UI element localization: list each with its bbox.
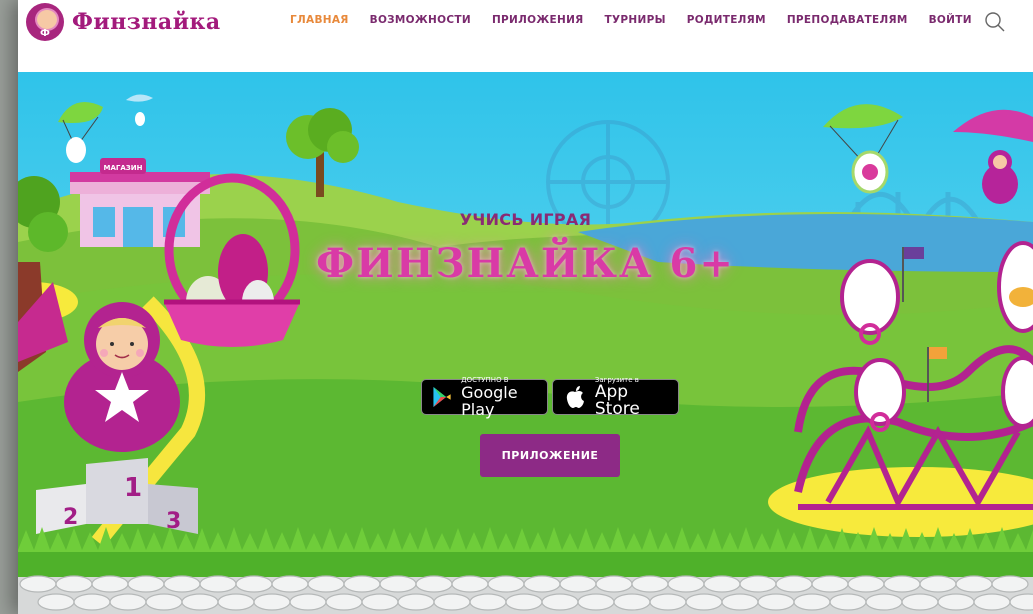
nav-item-parents[interactable]: РОДИТЕЛЯМ [687,14,766,26]
site-logo[interactable]: Ф Финзнайка [26,2,221,42]
podium-number-1: 1 [124,473,142,503]
hero-title: ФИНЗНАЙКА 6+ [316,240,735,287]
search-icon[interactable] [984,11,1006,33]
nav-item-features[interactable]: ВОЗМОЖНОСТИ [370,14,471,26]
pebble-border [18,575,1033,614]
logo-badge-letter: Ф [40,28,50,39]
shop-sign: МАГАЗИН [104,164,143,172]
apple-icon [566,386,584,408]
app-button[interactable]: ПРИЛОЖЕНИЕ [480,434,620,477]
nav-item-login[interactable]: ВОЙТИ [929,14,972,26]
google-play-big-text: Google Play [461,383,518,419]
google-play-button[interactable]: ДОСТУПНО В Google Play [421,376,548,419]
app-store-big-text: App Store [594,382,640,419]
hero-subtitle: УЧИСЬ ИГРАЯ [459,210,592,229]
parachute-egg-right [823,104,903,194]
nav-item-tournaments[interactable]: ТУРНИРЫ [605,14,666,26]
app-store-button[interactable]: Загрузите в App Store [552,376,679,419]
parachute-doll-right [953,109,1033,204]
main-nav: ГЛАВНАЯ ВОЗМОЖНОСТИ ПРИЛОЖЕНИЯ ТУРНИРЫ Р… [290,14,993,26]
hero-banner: МАГАЗИН 1 2 3 УЧИСЬ ИГРАЯ ФИНЗНАЙКА 6+ Д… [18,72,1033,614]
parachute-egg-left [58,102,103,163]
hero-scene: МАГАЗИН 1 2 3 [18,94,1033,614]
nav-item-teachers[interactable]: ПРЕПОДАВАТЕЛЯМ [787,14,908,26]
podium-number-2: 2 [63,505,78,530]
parachute-small [126,94,153,126]
nav-item-home[interactable]: ГЛАВНАЯ [290,14,349,26]
google-play-icon [433,387,451,407]
podium-number-3: 3 [166,509,181,534]
site-header: Ф Финзнайка ГЛАВНАЯ ВОЗМОЖНОСТИ ПРИЛОЖЕН… [18,0,1033,72]
logo-badge-icon: Ф [26,3,64,41]
page-frame: Ф Финзнайка ГЛАВНАЯ ВОЗМОЖНОСТИ ПРИЛОЖЕН… [18,0,1033,614]
logo-text: Финзнайка [72,9,221,35]
nav-item-apps[interactable]: ПРИЛОЖЕНИЯ [492,14,584,26]
